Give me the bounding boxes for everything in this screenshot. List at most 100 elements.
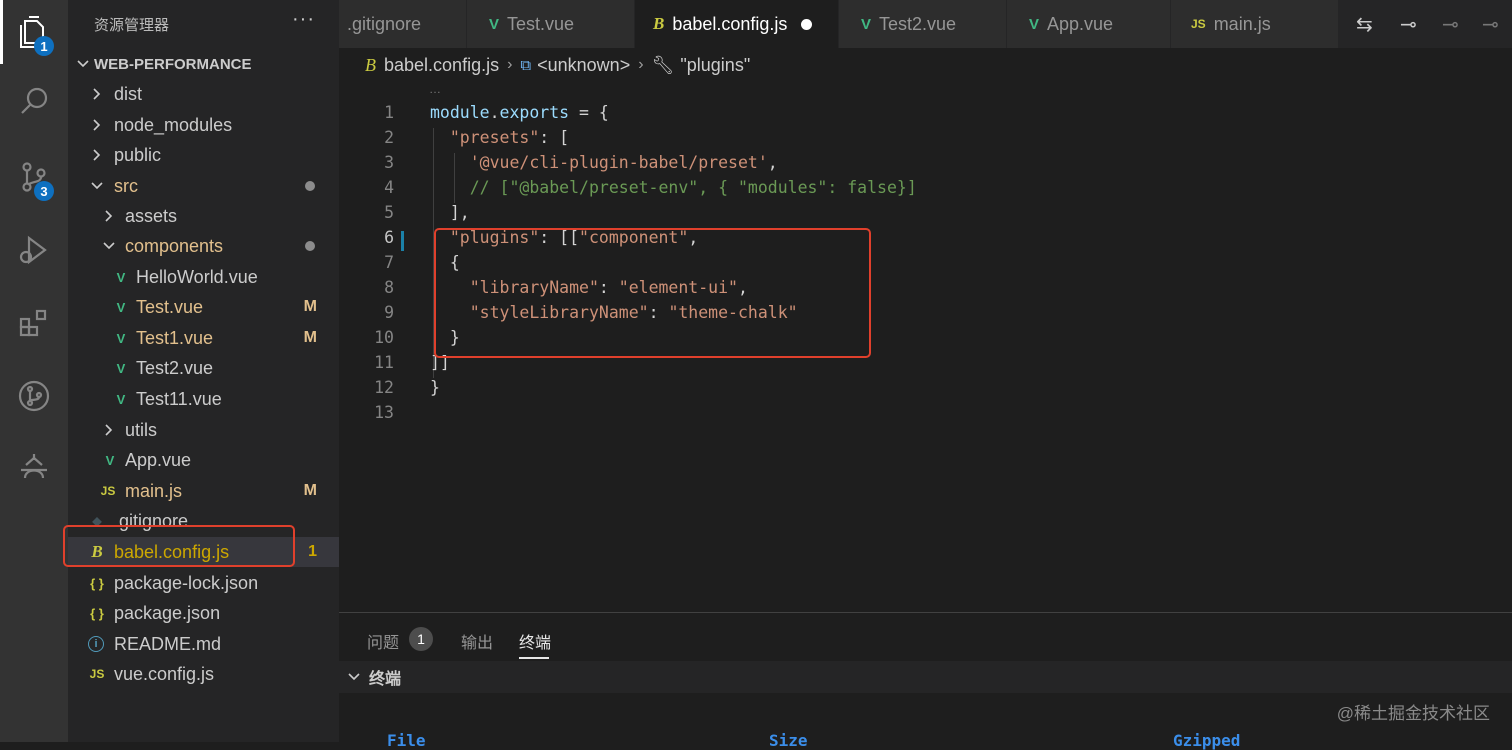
code-line[interactable]: 3 '@vue/cli-plugin-babel/preset', [339, 153, 1512, 178]
tree-item-public[interactable]: public [68, 140, 339, 170]
git-graph-icon[interactable] [0, 366, 68, 426]
tab-terminal[interactable]: 终端 [519, 629, 551, 653]
code-text: } [430, 378, 440, 397]
explorer-badge: 1 [34, 36, 54, 56]
code-line[interactable]: 5 ], [339, 203, 1512, 228]
code-line[interactable]: 4 // ["@babel/preset-env", { "modules": … [339, 178, 1512, 203]
line-number: 13 [374, 403, 394, 422]
tab-label: .gitignore [347, 13, 422, 34]
terminal-column-file: File [387, 731, 426, 750]
tree-item-label: .gitignore [114, 510, 189, 531]
code-line[interactable]: 12} [339, 378, 1512, 403]
tree-item-node-modules[interactable]: node_modules [68, 110, 339, 140]
chevron-down-icon [91, 182, 103, 190]
tree-item-src[interactable]: src [68, 171, 339, 201]
unsaved-dot-icon[interactable] [801, 18, 813, 30]
code-line[interactable]: 8 "libraryName": "element-ui", [339, 278, 1512, 303]
explorer-sidebar: 资源管理器 ··· WEB-PERFORMANCE dist node_modu… [63, 0, 339, 742]
code-line[interactable]: 9 "styleLibraryName": "theme-chalk" [339, 303, 1512, 328]
tree-item-dist[interactable]: dist [68, 79, 339, 109]
activity-bar: 1 3 [0, 0, 68, 742]
tab-test2-vue[interactable]: V Test2.vue [839, 0, 1007, 48]
tab-output[interactable]: 输出 [461, 629, 493, 653]
code-line[interactable]: 7 { [339, 253, 1512, 278]
tree-item-package-lock[interactable]: { } package-lock.json [68, 568, 339, 598]
tab-main-js[interactable]: JS main.js [1171, 0, 1339, 48]
tab-app-vue[interactable]: V App.vue [1007, 0, 1171, 48]
tree-item-package-json[interactable]: { } package.json [68, 598, 339, 628]
search-icon[interactable] [0, 72, 68, 132]
breadcrumb-property[interactable]: "plugins" [680, 55, 750, 76]
tree-item-label: README.md [114, 633, 222, 654]
code-line[interactable]: 10 } [339, 328, 1512, 353]
tree-item-assets[interactable]: assets [68, 201, 339, 231]
code-line[interactable]: 1 module.exports = { [339, 103, 1512, 128]
source-control-icon[interactable]: 3 [0, 147, 68, 207]
line-number: 7 [384, 253, 394, 272]
breadcrumb-symbol[interactable]: <unknown> [537, 55, 630, 76]
terminal-header[interactable]: 终端 [339, 661, 1512, 693]
line-number: 3 [384, 153, 394, 172]
vue-file-icon: V [861, 15, 872, 33]
modified-dot [305, 241, 315, 251]
git-commit-next-icon[interactable]: ⊸ [1442, 12, 1459, 37]
js-file-icon: JS [1191, 17, 1206, 31]
breadcrumb-file[interactable]: babel.config.js [384, 55, 499, 76]
line-number: 11 [374, 353, 394, 372]
code-editor[interactable]: … 1 module.exports = {2 "presets": [3 '@v… [339, 82, 1512, 612]
line-number: 8 [384, 278, 394, 297]
tree-item-test[interactable]: V Test.vue M [68, 292, 339, 322]
run-debug-icon[interactable] [0, 220, 68, 280]
chevron-right-icon: › [507, 56, 513, 73]
code-line[interactable]: 11]] [339, 353, 1512, 378]
problem-count: 1 [308, 543, 317, 560]
tree-item-readme[interactable]: i README.md [68, 629, 339, 659]
tree-item-vue-config[interactable]: JS vue.config.js [68, 659, 339, 689]
tab-label: Test2.vue [879, 13, 957, 34]
timeline-icon[interactable] [0, 437, 68, 497]
line-number: 6 [384, 228, 394, 247]
tab-problems[interactable]: 问题 [367, 629, 399, 653]
tree-item-label: Test11.vue [136, 388, 222, 409]
tree-item-components[interactable]: components [68, 231, 339, 261]
tree-item-label: node_modules [114, 114, 233, 135]
tab-gitignore[interactable]: .gitignore [339, 0, 467, 48]
files-icon[interactable]: 1 [0, 2, 68, 62]
tree-item-helloworld[interactable]: V HelloWorld.vue [68, 262, 339, 292]
project-header[interactable]: WEB-PERFORMANCE [68, 49, 339, 79]
tab-babel-config[interactable]: B babel.config.js [635, 0, 839, 48]
tree-item-label: public [114, 144, 162, 165]
json-file-icon: { } [90, 605, 104, 621]
code-line[interactable]: 2 "presets": [ [339, 128, 1512, 153]
compare-changes-icon[interactable]: ⇆ [1356, 12, 1373, 37]
chevron-right-icon [105, 210, 113, 222]
extensions-icon[interactable] [0, 292, 68, 352]
tree-item-label: HelloWorld.vue [136, 266, 258, 287]
code-text: { [430, 253, 460, 272]
code-line[interactable]: 13 [339, 403, 1512, 428]
tree-item-gitignore[interactable]: ◆ .gitignore [68, 506, 339, 536]
tree-item-babel-config[interactable]: B babel.config.js 1 [68, 537, 339, 567]
git-commit-icon[interactable]: ⊸ [1482, 12, 1499, 37]
tree-item-label: package.json [114, 602, 221, 623]
tree-item-label: Test.vue [136, 296, 204, 317]
tree-item-test11[interactable]: V Test11.vue [68, 384, 339, 414]
tree-item-app[interactable]: V App.vue [68, 445, 339, 475]
tab-test-vue[interactable]: V Test.vue [467, 0, 635, 48]
vue-file-icon: V [489, 15, 500, 33]
tree-item-label: vue.config.js [114, 663, 215, 684]
tree-item-label: components [125, 235, 224, 256]
tree-item-main[interactable]: JS main.js M [68, 476, 339, 506]
tree-item-test2[interactable]: V Test2.vue [68, 353, 339, 383]
tree-item-label: Test2.vue [136, 357, 214, 378]
js-file-icon: JS [100, 484, 116, 498]
line-number: 10 [374, 328, 394, 347]
tab-label: App.vue [1047, 13, 1114, 34]
tree-item-test1[interactable]: V Test1.vue M [68, 323, 339, 353]
code-line[interactable]: 6 "plugins": [["component", [339, 228, 1512, 253]
more-actions-icon[interactable]: ··· [292, 8, 315, 31]
vue-file-icon: V [116, 330, 126, 346]
tree-item-label: package-lock.json [114, 572, 259, 593]
tree-item-utils[interactable]: utils [68, 415, 339, 445]
git-commit-previous-icon[interactable]: ⊸ [1400, 12, 1417, 37]
